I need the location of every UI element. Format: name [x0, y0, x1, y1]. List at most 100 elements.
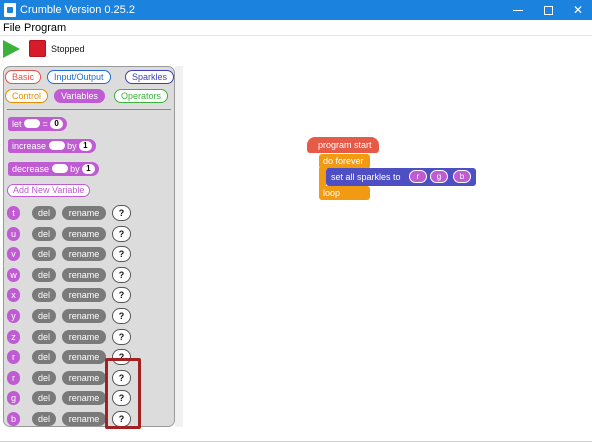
- variable-row: t del rename?: [4, 205, 174, 221]
- window-bottom-border: [0, 441, 592, 442]
- variable-pill[interactable]: r: [7, 371, 20, 385]
- variable-pill[interactable]: t: [7, 206, 20, 220]
- delete-variable-button[interactable]: del: [32, 412, 56, 426]
- tab-operators[interactable]: Operators: [114, 89, 169, 103]
- close-button[interactable]: ✕: [562, 0, 592, 20]
- decrease-block[interactable]: decrease by 1: [8, 162, 99, 176]
- variable-help-button[interactable]: ?: [112, 308, 131, 324]
- increase-by-label: by: [67, 141, 77, 151]
- rename-variable-button[interactable]: rename: [62, 206, 106, 220]
- rename-variable-button[interactable]: rename: [62, 227, 106, 241]
- let-eq-label: =: [42, 119, 48, 129]
- variable-help-button[interactable]: ?: [112, 287, 131, 303]
- let-variable-slot[interactable]: [24, 119, 41, 129]
- variable-row: u del rename?: [4, 226, 174, 242]
- variable-row: b del rename?: [4, 411, 174, 426]
- rename-variable-button[interactable]: rename: [62, 350, 106, 364]
- rename-variable-button[interactable]: rename: [62, 247, 106, 261]
- delete-variable-button[interactable]: del: [32, 350, 56, 364]
- menu-program[interactable]: Program: [24, 22, 66, 34]
- variable-pill[interactable]: r: [7, 350, 20, 364]
- variable-pill[interactable]: w: [7, 268, 20, 282]
- variable-row: w del rename?: [4, 267, 174, 283]
- let-block[interactable]: let = 0: [8, 117, 67, 131]
- increase-block[interactable]: increase by 1: [8, 139, 96, 153]
- green-variable-arg[interactable]: g: [430, 170, 448, 183]
- variable-row: g del rename?: [4, 390, 174, 406]
- title-bar: Crumble Version 0.25.2 ✕: [0, 0, 592, 20]
- delete-variable-button[interactable]: del: [32, 247, 56, 261]
- variable-pill[interactable]: v: [7, 247, 20, 261]
- variable-help-button[interactable]: ?: [112, 246, 131, 262]
- rename-variable-button[interactable]: rename: [62, 330, 106, 344]
- do-forever-arm: [319, 168, 326, 188]
- toolbar: Stopped: [0, 37, 592, 62]
- do-forever-block[interactable]: do forever: [319, 154, 370, 169]
- program-start-block[interactable]: program start: [307, 137, 379, 153]
- palette-divider: [7, 109, 171, 110]
- block-palette: Basic Input/Output Sparkles Control Vari…: [3, 66, 175, 427]
- delete-variable-button[interactable]: del: [32, 288, 56, 302]
- delete-variable-button[interactable]: del: [32, 227, 56, 241]
- variable-pill[interactable]: y: [7, 309, 20, 323]
- tab-sparkles[interactable]: Sparkles: [125, 70, 174, 84]
- menu-bar: File Program: [0, 20, 592, 36]
- variable-help-button[interactable]: ?: [112, 205, 131, 221]
- add-new-variable-button[interactable]: Add New Variable: [7, 184, 91, 197]
- rename-variable-button[interactable]: rename: [62, 268, 106, 282]
- set-all-sparkles-block[interactable]: set all sparkles to r g b: [326, 168, 476, 186]
- palette-scrollbar[interactable]: [175, 66, 183, 427]
- variable-row: r del rename?: [4, 370, 174, 386]
- loop-block[interactable]: loop: [319, 186, 370, 200]
- minimize-icon: [513, 9, 523, 11]
- close-icon: ✕: [572, 3, 584, 17]
- delete-variable-button[interactable]: del: [32, 371, 56, 385]
- variable-help-button[interactable]: ?: [112, 267, 131, 283]
- variable-row: y del rename?: [4, 308, 174, 324]
- decrease-label: decrease: [12, 164, 50, 174]
- app-icon: [4, 3, 16, 17]
- rename-variable-button[interactable]: rename: [62, 309, 106, 323]
- variable-pill[interactable]: b: [7, 412, 20, 426]
- set-sparkles-label: set all sparkles to: [331, 172, 401, 182]
- increase-label: increase: [12, 141, 47, 151]
- increase-variable-slot[interactable]: [48, 141, 65, 151]
- maximize-icon: [543, 5, 553, 15]
- menu-file[interactable]: File: [3, 22, 21, 34]
- stop-icon[interactable]: [29, 40, 46, 57]
- variable-row: x del rename?: [4, 287, 174, 303]
- delete-variable-button[interactable]: del: [32, 268, 56, 282]
- delete-variable-button[interactable]: del: [32, 309, 56, 323]
- let-label: let: [12, 119, 22, 129]
- tab-input-output[interactable]: Input/Output: [47, 70, 111, 84]
- variable-row: v del rename?: [4, 246, 174, 262]
- play-icon[interactable]: [3, 40, 20, 58]
- rename-variable-button[interactable]: rename: [62, 412, 106, 426]
- rename-variable-button[interactable]: rename: [62, 391, 106, 405]
- maximize-button[interactable]: [532, 0, 564, 20]
- delete-variable-button[interactable]: del: [32, 206, 56, 220]
- variable-pill[interactable]: z: [7, 330, 20, 344]
- window-title: Crumble Version 0.25.2: [20, 4, 135, 16]
- variable-row: r del rename?: [4, 349, 174, 365]
- decrease-variable-slot[interactable]: [51, 164, 68, 174]
- red-variable-arg[interactable]: r: [409, 170, 427, 183]
- minimize-button[interactable]: [502, 0, 534, 20]
- blue-variable-arg[interactable]: b: [453, 170, 471, 183]
- rename-variable-button[interactable]: rename: [62, 288, 106, 302]
- let-value[interactable]: 0: [50, 118, 63, 129]
- variable-pill[interactable]: g: [7, 391, 20, 405]
- variable-help-button[interactable]: ?: [112, 226, 131, 242]
- delete-variable-button[interactable]: del: [32, 391, 56, 405]
- decrease-value[interactable]: 1: [82, 163, 95, 174]
- rename-variable-button[interactable]: rename: [62, 371, 106, 385]
- tab-basic[interactable]: Basic: [5, 70, 42, 84]
- variable-pill[interactable]: x: [7, 288, 20, 302]
- variable-pill[interactable]: u: [7, 227, 20, 241]
- tab-control[interactable]: Control: [5, 89, 49, 103]
- tab-variables[interactable]: Variables: [54, 89, 105, 103]
- variable-row: z del rename?: [4, 329, 174, 345]
- variable-help-button[interactable]: ?: [112, 329, 131, 345]
- delete-variable-button[interactable]: del: [32, 330, 56, 344]
- increase-value[interactable]: 1: [79, 140, 92, 151]
